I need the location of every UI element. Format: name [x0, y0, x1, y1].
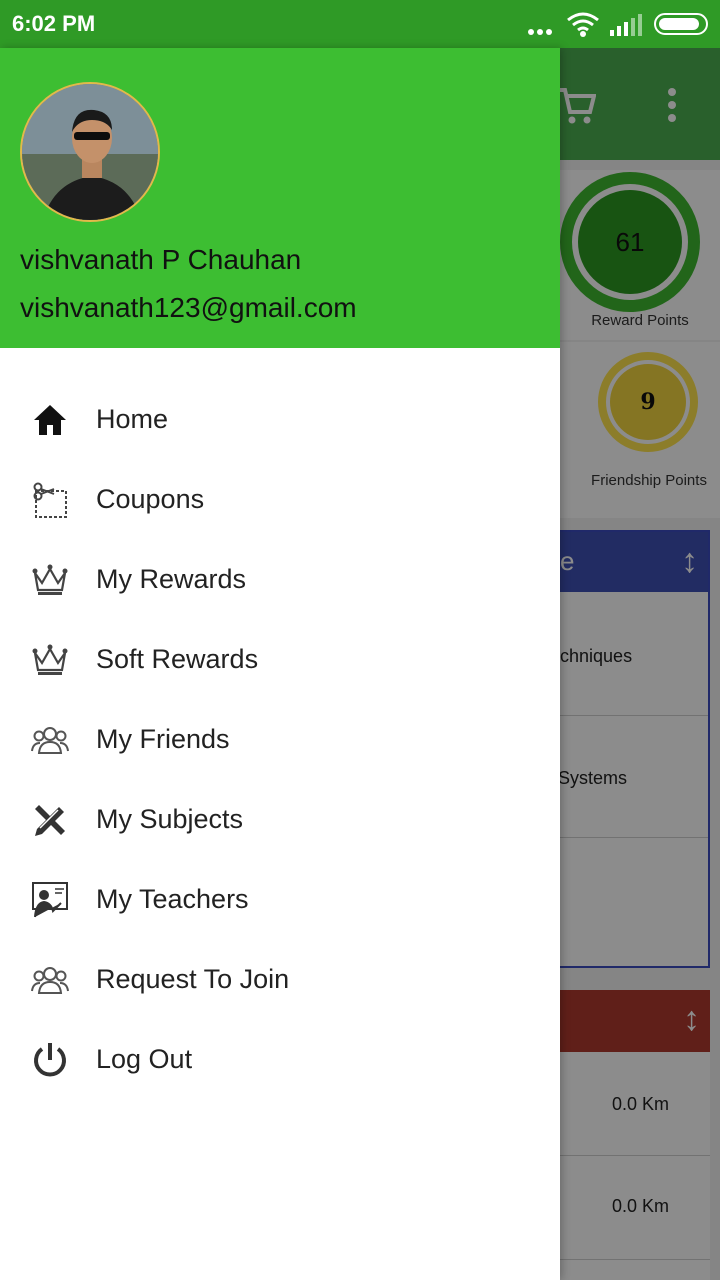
menu-item-label: Coupons [96, 484, 205, 514]
crown-icon [30, 640, 70, 680]
menu-item-label: Request To Join [96, 964, 290, 994]
menu-item-label: Log Out [96, 1044, 193, 1074]
teacher-icon [30, 880, 70, 920]
menu-item-label: My Rewards [96, 564, 247, 594]
battery-icon [654, 13, 708, 35]
status-bar: 6:02 PM [0, 0, 720, 48]
scissors-coupon-icon [30, 480, 70, 520]
menu-item-label: My Friends [96, 724, 230, 754]
menu-item-label: Soft Rewards [96, 644, 259, 674]
menu-item-request-to-join[interactable]: Request To Join [0, 940, 560, 1020]
avatar[interactable] [20, 82, 160, 222]
menu-item-label: My Subjects [96, 804, 244, 834]
home-icon [30, 400, 70, 440]
menu-item-my-friends[interactable]: My Friends [0, 700, 560, 780]
navigation-drawer: vishvanath P Chauhan vishvanath123@gmail… [0, 48, 560, 1280]
crown-icon [30, 560, 70, 600]
menu-item-label: My Teachers [96, 884, 249, 914]
group-icon [30, 960, 70, 1000]
user-name: vishvanath P Chauhan [20, 244, 302, 275]
user-email: vishvanath123@gmail.com [20, 292, 357, 323]
menu-item-log-out[interactable]: Log Out [0, 1020, 560, 1100]
more-notifications-icon [528, 22, 555, 40]
menu-item-soft-rewards[interactable]: Soft Rewards [0, 620, 560, 700]
wifi-icon [566, 12, 600, 43]
signal-icon [610, 14, 642, 41]
drawer-header: vishvanath P Chauhan vishvanath123@gmail… [0, 48, 560, 348]
menu-item-my-teachers[interactable]: My Teachers [0, 860, 560, 940]
menu-item-home[interactable]: Home [0, 380, 560, 460]
menu-item-label: Home [96, 404, 169, 434]
menu-item-coupons[interactable]: Coupons [0, 460, 560, 540]
menu-item-my-rewards[interactable]: My Rewards [0, 540, 560, 620]
group-icon [30, 720, 70, 760]
status-time: 6:02 PM [12, 11, 96, 36]
drawer-menu: Home Coupons My Rewards Soft Rewards My … [0, 380, 560, 1100]
menu-item-my-subjects[interactable]: My Subjects [0, 780, 560, 860]
power-icon [30, 1040, 70, 1080]
pencil-ruler-icon [30, 800, 70, 840]
